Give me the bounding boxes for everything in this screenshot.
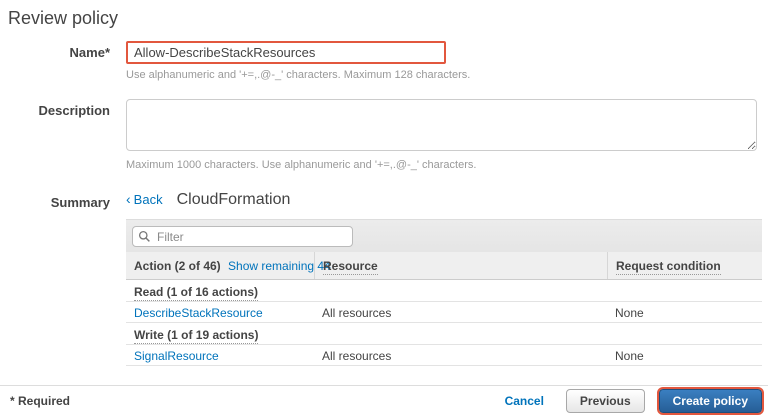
filter-input-wrapper: [132, 226, 353, 247]
resource-cell: All resources: [314, 345, 607, 365]
required-note: * Required: [10, 394, 70, 408]
column-header-request-condition: Request condition: [607, 252, 762, 279]
filter-band: [126, 219, 762, 252]
request-condition-column-label: Request condition: [616, 259, 721, 275]
table-group-row-write: Write (1 of 19 actions): [126, 323, 762, 345]
filter-input[interactable]: [132, 226, 353, 247]
name-row: Name* Use alphanumeric and '+=,.@-_' cha…: [8, 41, 768, 99]
table-row-signal-resource: SignalResource All resources None: [126, 345, 762, 366]
name-help-text: Use alphanumeric and '+=,.@-_' character…: [126, 69, 768, 81]
table-group-row-read: Read (1 of 16 actions): [126, 280, 762, 302]
action-link[interactable]: SignalResource: [134, 349, 219, 363]
previous-button[interactable]: Previous: [566, 389, 645, 413]
policy-summary-table: Action (2 of 46) Show remaining 44 Resou…: [126, 219, 762, 366]
table-header-row: Action (2 of 46) Show remaining 44 Resou…: [126, 252, 762, 280]
cancel-link[interactable]: Cancel: [505, 394, 544, 408]
column-header-action: Action (2 of 46) Show remaining 44: [126, 252, 314, 279]
back-link-label: Back: [134, 192, 163, 207]
chevron-left-icon: ‹: [126, 191, 131, 207]
group-row-label: Write (1 of 19 actions): [134, 328, 258, 344]
action-link[interactable]: DescribeStackResource: [134, 306, 263, 320]
description-label: Description: [8, 99, 110, 118]
page-title: Review policy: [8, 8, 768, 29]
resource-column-label: Resource: [323, 259, 378, 275]
name-label: Name*: [8, 41, 110, 60]
description-help-text: Maximum 1000 characters. Use alphanumeri…: [126, 159, 768, 171]
table-row-describe-stack-resource: DescribeStackResource All resources None: [126, 302, 762, 323]
back-link[interactable]: ‹Back: [126, 191, 163, 207]
request-condition-cell: None: [607, 345, 762, 365]
review-policy-page: Review policy Name* Use alphanumeric and…: [0, 0, 768, 366]
service-title: CloudFormation: [177, 191, 291, 209]
summary-row: Summary ‹Back CloudFormation: [8, 191, 768, 366]
resource-cell: All resources: [314, 302, 607, 322]
request-condition-cell: None: [607, 302, 762, 322]
footer-bar: * Required Cancel Previous Create policy: [0, 385, 768, 415]
description-row: Description Maximum 1000 characters. Use…: [8, 99, 768, 189]
group-row-label: Read (1 of 16 actions): [134, 285, 258, 301]
column-header-resource: Resource: [314, 252, 607, 279]
policy-name-input[interactable]: [126, 41, 446, 64]
search-icon: [138, 230, 151, 243]
policy-description-textarea[interactable]: [126, 99, 757, 151]
summary-header: ‹Back CloudFormation: [126, 191, 768, 211]
action-column-label: Action (2 of 46): [134, 259, 221, 273]
create-policy-button[interactable]: Create policy: [659, 389, 762, 413]
summary-label: Summary: [8, 191, 110, 210]
